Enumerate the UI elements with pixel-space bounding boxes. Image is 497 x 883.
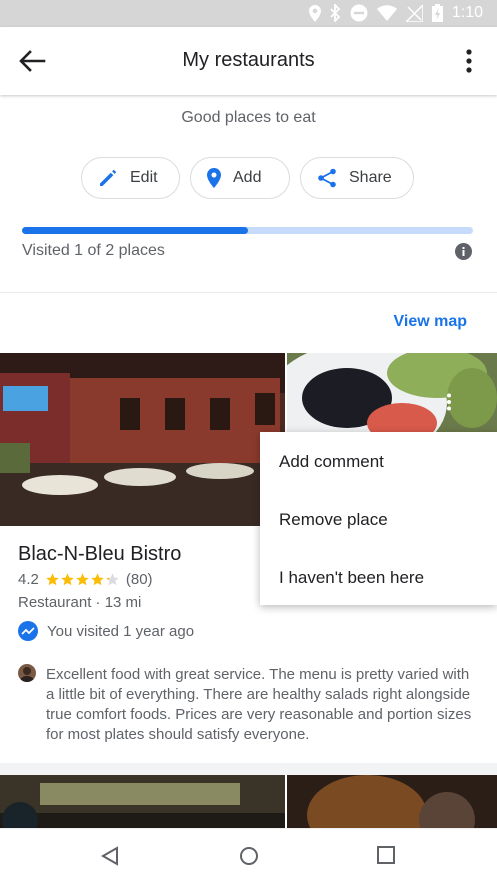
- add-label: Add: [233, 169, 262, 186]
- do-not-disturb-icon: [350, 4, 368, 22]
- edit-label: Edit: [130, 169, 158, 186]
- review-count: (80): [125, 571, 153, 588]
- star-icon: [46, 573, 59, 586]
- view-map-link[interactable]: View map: [393, 313, 467, 331]
- avatar: [18, 664, 36, 682]
- next-place-photo-2[interactable]: [287, 775, 497, 828]
- status-time: 1:10: [451, 4, 483, 21]
- visited-progress-fill: [22, 227, 248, 234]
- place-photo-interior[interactable]: [0, 353, 285, 526]
- remove-place-menu-item[interactable]: Remove place: [279, 510, 388, 530]
- bluetooth-icon: [330, 4, 341, 22]
- app-bar: My restaurants: [0, 27, 497, 95]
- photo-more-icon[interactable]: [446, 393, 452, 411]
- star-icon: [91, 573, 104, 586]
- rating-value: 4.2: [18, 571, 39, 588]
- signal-off-icon: [405, 4, 423, 22]
- visited-progress-bar: [22, 227, 473, 234]
- star-icon: [76, 573, 89, 586]
- pencil-icon: [100, 169, 117, 186]
- page-title: My restaurants: [182, 49, 315, 71]
- add-comment-menu-item[interactable]: Add comment: [279, 452, 384, 472]
- system-nav-bar: [0, 828, 497, 883]
- nav-home-icon[interactable]: [239, 846, 259, 866]
- add-button[interactable]: Add: [190, 157, 290, 199]
- place-name[interactable]: Blac-N-Bleu Bistro: [18, 543, 181, 566]
- visit-history-label: You visited 1 year ago: [47, 622, 195, 640]
- card-separator: [0, 763, 497, 775]
- location-icon: [308, 4, 321, 22]
- star-icon: [106, 573, 119, 586]
- share-icon: [318, 168, 336, 188]
- list-subtitle: Good places to eat: [181, 109, 316, 126]
- place-category-distance: Restaurant · 13 mi: [18, 594, 142, 611]
- star-rating: [45, 572, 120, 587]
- status-icons: 1:10: [308, 4, 483, 22]
- more-vert-icon[interactable]: [465, 49, 473, 73]
- wifi-icon: [376, 5, 397, 21]
- star-icon: [61, 573, 74, 586]
- timeline-icon: [18, 621, 38, 641]
- rating-row: 4.2 (80): [18, 571, 153, 588]
- status-bar: 1:10: [0, 0, 497, 27]
- review-snippet[interactable]: Excellent food with great service. The m…: [46, 665, 476, 745]
- map-pin-icon: [207, 168, 221, 188]
- next-place-photo[interactable]: [0, 775, 285, 828]
- overflow-menu: Add comment Remove place I haven't been …: [260, 432, 497, 605]
- section-divider: [0, 292, 497, 293]
- share-button[interactable]: Share: [300, 157, 414, 199]
- battery-charging-icon: [431, 4, 443, 22]
- visited-count: Visited 1 of 2 places: [22, 242, 165, 259]
- nav-recents-icon[interactable]: [377, 846, 395, 864]
- not-visited-menu-item[interactable]: I haven't been here: [279, 568, 424, 588]
- share-label: Share: [349, 169, 392, 186]
- edit-button[interactable]: Edit: [81, 157, 180, 199]
- visit-history: You visited 1 year ago: [18, 621, 194, 641]
- nav-back-icon[interactable]: [101, 846, 119, 866]
- info-icon[interactable]: [455, 243, 472, 260]
